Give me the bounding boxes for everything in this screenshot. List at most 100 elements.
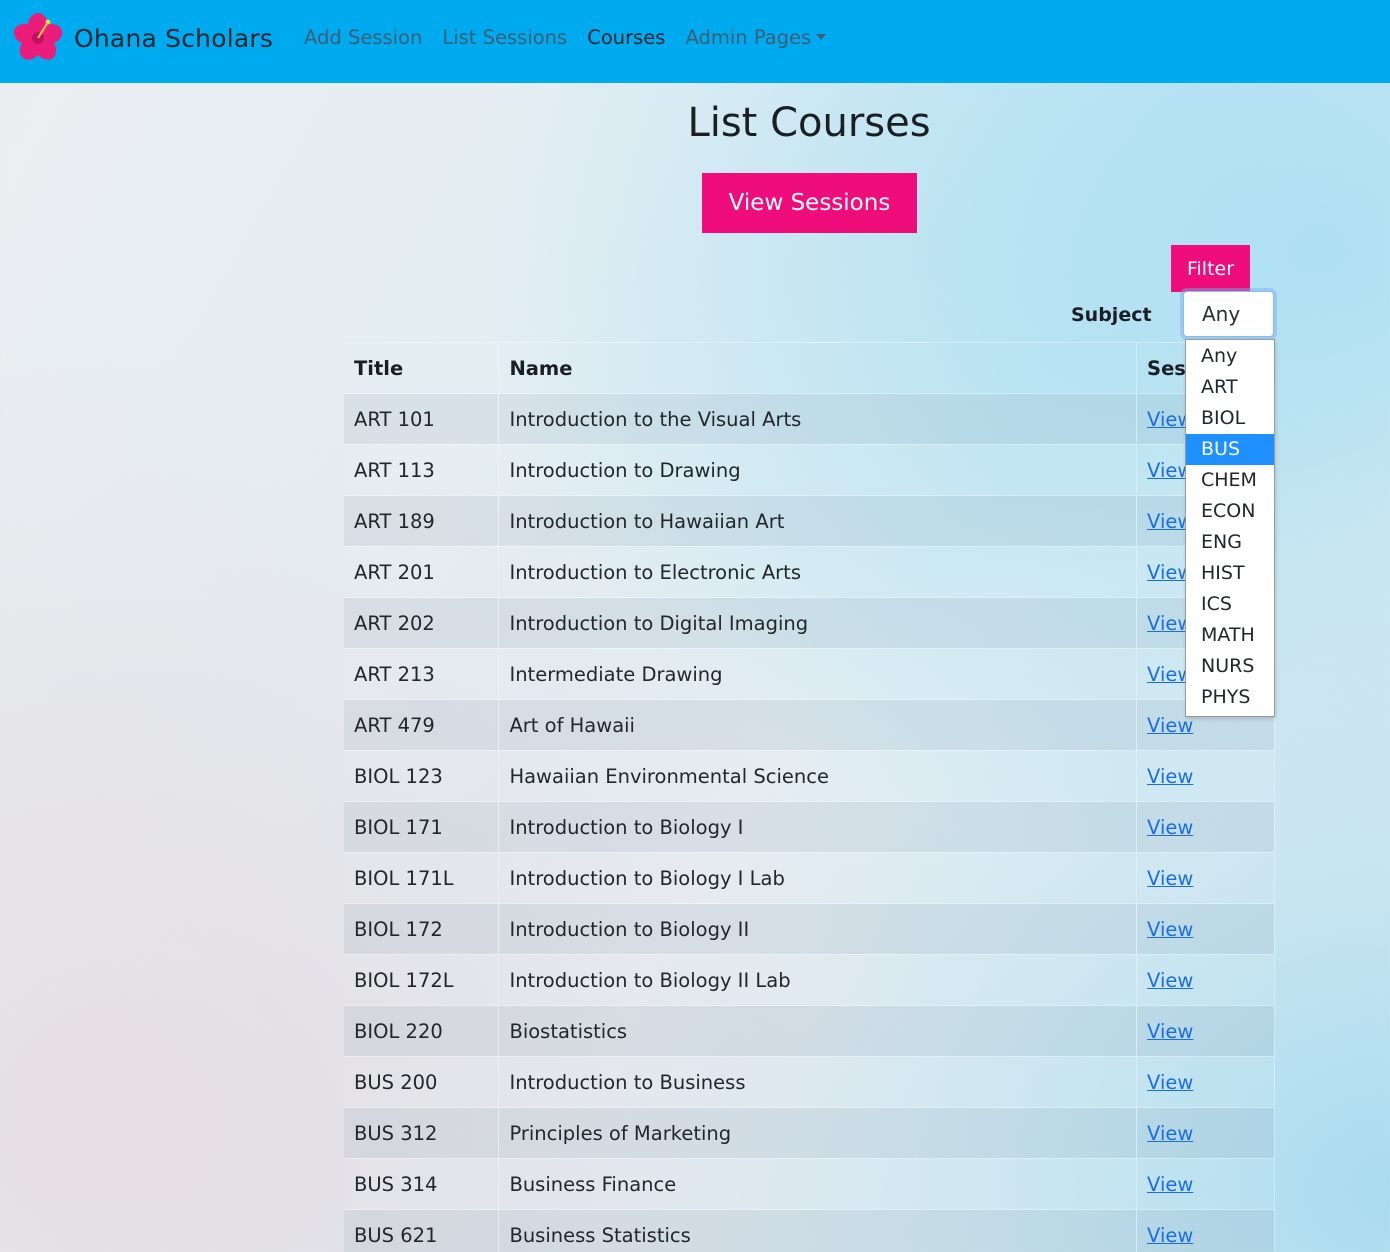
table-row: BIOL 172L Introduction to Biology II Lab… <box>344 954 1275 1006</box>
nav-links: Add Session List Sessions Courses Admin … <box>304 26 846 49</box>
course-name: Intermediate Drawing <box>498 648 1138 700</box>
table-row: BUS 314 Business Finance View <box>344 1158 1275 1210</box>
course-title: ART 213 <box>344 648 500 700</box>
view-sessions-link[interactable]: View <box>1147 918 1193 941</box>
subject-option-econ[interactable]: ECON <box>1186 496 1274 527</box>
table-row: BIOL 171L Introduction to Biology I Lab … <box>344 852 1275 904</box>
subject-option-any[interactable]: Any <box>1186 341 1274 372</box>
subject-option-art[interactable]: ART <box>1186 372 1274 403</box>
table-row: ART 113 Introduction to Drawing View <box>344 444 1275 496</box>
subject-option-bus[interactable]: BUS <box>1186 434 1274 465</box>
table-row: ART 189 Introduction to Hawaiian Art Vie… <box>344 495 1275 547</box>
course-title: ART 101 <box>344 393 500 445</box>
sessions-cell: View <box>1136 1056 1275 1108</box>
sessions-cell: View <box>1136 903 1275 955</box>
course-name: Introduction to Digital Imaging <box>498 597 1138 649</box>
subject-option-eng[interactable]: ENG <box>1186 527 1274 558</box>
sessions-cell: View <box>1136 852 1275 904</box>
caret-down-icon <box>816 34 827 40</box>
subject-label: Subject <box>1071 304 1152 326</box>
subject-option-biol[interactable]: BIOL <box>1186 403 1274 434</box>
subject-select[interactable]: Any <box>1183 291 1274 337</box>
course-title: ART 113 <box>344 444 500 496</box>
course-name: Introduction to Biology II Lab <box>498 954 1138 1006</box>
course-name: Introduction to the Visual Arts <box>498 393 1138 445</box>
course-title: BIOL 220 <box>344 1005 500 1057</box>
course-title: BUS 200 <box>344 1056 500 1108</box>
sessions-cell: View <box>1136 750 1275 802</box>
sessions-cell: View <box>1136 801 1275 853</box>
course-title: BIOL 172 <box>344 903 500 955</box>
course-title: BUS 314 <box>344 1158 500 1210</box>
course-name: Introduction to Biology II <box>498 903 1138 955</box>
course-title: BUS 621 <box>344 1209 500 1252</box>
course-title: BIOL 123 <box>344 750 500 802</box>
table-row: ART 202 Introduction to Digital Imaging … <box>344 597 1275 649</box>
subject-option-hist[interactable]: HIST <box>1186 558 1274 589</box>
view-sessions-link[interactable]: View <box>1147 1071 1193 1094</box>
subject-dropdown-list: Any ART BIOL BUS CHEM ECON ENG HIST ICS … <box>1185 339 1275 717</box>
table-row: BIOL 220 Biostatistics View <box>344 1005 1275 1057</box>
sessions-cell: View <box>1136 1107 1275 1159</box>
view-sessions-link[interactable]: View <box>1147 1173 1193 1196</box>
course-name: Business Finance <box>498 1158 1138 1210</box>
course-name: Introduction to Hawaiian Art <box>498 495 1138 547</box>
sessions-cell: View <box>1136 1209 1275 1252</box>
course-title: BIOL 171 <box>344 801 500 853</box>
view-sessions-link[interactable]: View <box>1147 867 1193 890</box>
nav-courses[interactable]: Courses <box>587 26 665 49</box>
view-sessions-link[interactable]: View <box>1147 1020 1193 1043</box>
course-name: Principles of Marketing <box>498 1107 1138 1159</box>
course-title: BIOL 172L <box>344 954 500 1006</box>
brand-name: Ohana Scholars <box>74 23 274 53</box>
table-row: ART 213 Intermediate Drawing View <box>344 648 1275 700</box>
navbar: Ohana Scholars Add Session List Sessions… <box>0 0 1390 83</box>
view-sessions-button[interactable]: View Sessions <box>702 173 917 233</box>
table-row: BIOL 123 Hawaiian Environmental Science … <box>344 750 1275 802</box>
table-header-row: Title Name Sessions <box>344 342 1275 394</box>
course-name: Hawaiian Environmental Science <box>498 750 1138 802</box>
nav-admin-pages[interactable]: Admin Pages <box>685 26 827 49</box>
view-sessions-link[interactable]: View <box>1147 816 1193 839</box>
table-row: ART 101 Introduction to the Visual Arts … <box>344 393 1275 445</box>
nav-add-session[interactable]: Add Session <box>304 26 422 49</box>
view-sessions-link[interactable]: View <box>1147 1122 1193 1145</box>
page-title: List Courses <box>687 100 931 146</box>
header-name: Name <box>498 342 1138 394</box>
table-row: BUS 621 Business Statistics View <box>344 1209 1275 1252</box>
table-row: BIOL 171 Introduction to Biology I View <box>344 801 1275 853</box>
course-title: BIOL 171L <box>344 852 500 904</box>
view-sessions-link[interactable]: View <box>1147 765 1193 788</box>
brand[interactable]: Ohana Scholars <box>12 12 273 64</box>
course-name: Art of Hawaii <box>498 699 1138 751</box>
subject-option-phys[interactable]: PHYS <box>1186 682 1274 713</box>
header-title: Title <box>344 342 500 394</box>
filter-button[interactable]: Filter <box>1171 245 1250 292</box>
course-name: Introduction to Business <box>498 1056 1138 1108</box>
table-row: BIOL 172 Introduction to Biology II View <box>344 903 1275 955</box>
table-row: ART 201 Introduction to Electronic Arts … <box>344 546 1275 598</box>
course-name: Introduction to Drawing <box>498 444 1138 496</box>
sessions-cell: View <box>1136 1158 1275 1210</box>
sessions-cell: View <box>1136 954 1275 1006</box>
course-title: ART 479 <box>344 699 500 751</box>
course-name: Introduction to Biology I <box>498 801 1138 853</box>
view-sessions-link[interactable]: View <box>1147 969 1193 992</box>
subject-option-nurs[interactable]: NURS <box>1186 651 1274 682</box>
course-title: ART 201 <box>344 546 500 598</box>
subject-option-chem[interactable]: CHEM <box>1186 465 1274 496</box>
course-title: BUS 312 <box>344 1107 500 1159</box>
subject-option-math[interactable]: MATH <box>1186 620 1274 651</box>
course-title: ART 189 <box>344 495 500 547</box>
hibiscus-flower-icon <box>13 13 63 60</box>
table-row: BUS 312 Principles of Marketing View <box>344 1107 1275 1159</box>
view-sessions-link[interactable]: View <box>1147 1224 1193 1247</box>
subject-option-ics[interactable]: ICS <box>1186 589 1274 620</box>
nav-list-sessions[interactable]: List Sessions <box>442 26 567 49</box>
course-title: ART 202 <box>344 597 500 649</box>
courses-table: Title Name Sessions ART 101 Introduction… <box>344 342 1275 1252</box>
table-row: BUS 200 Introduction to Business View <box>344 1056 1275 1108</box>
course-name: Biostatistics <box>498 1005 1138 1057</box>
course-name: Business Statistics <box>498 1209 1138 1252</box>
course-name: Introduction to Electronic Arts <box>498 546 1138 598</box>
